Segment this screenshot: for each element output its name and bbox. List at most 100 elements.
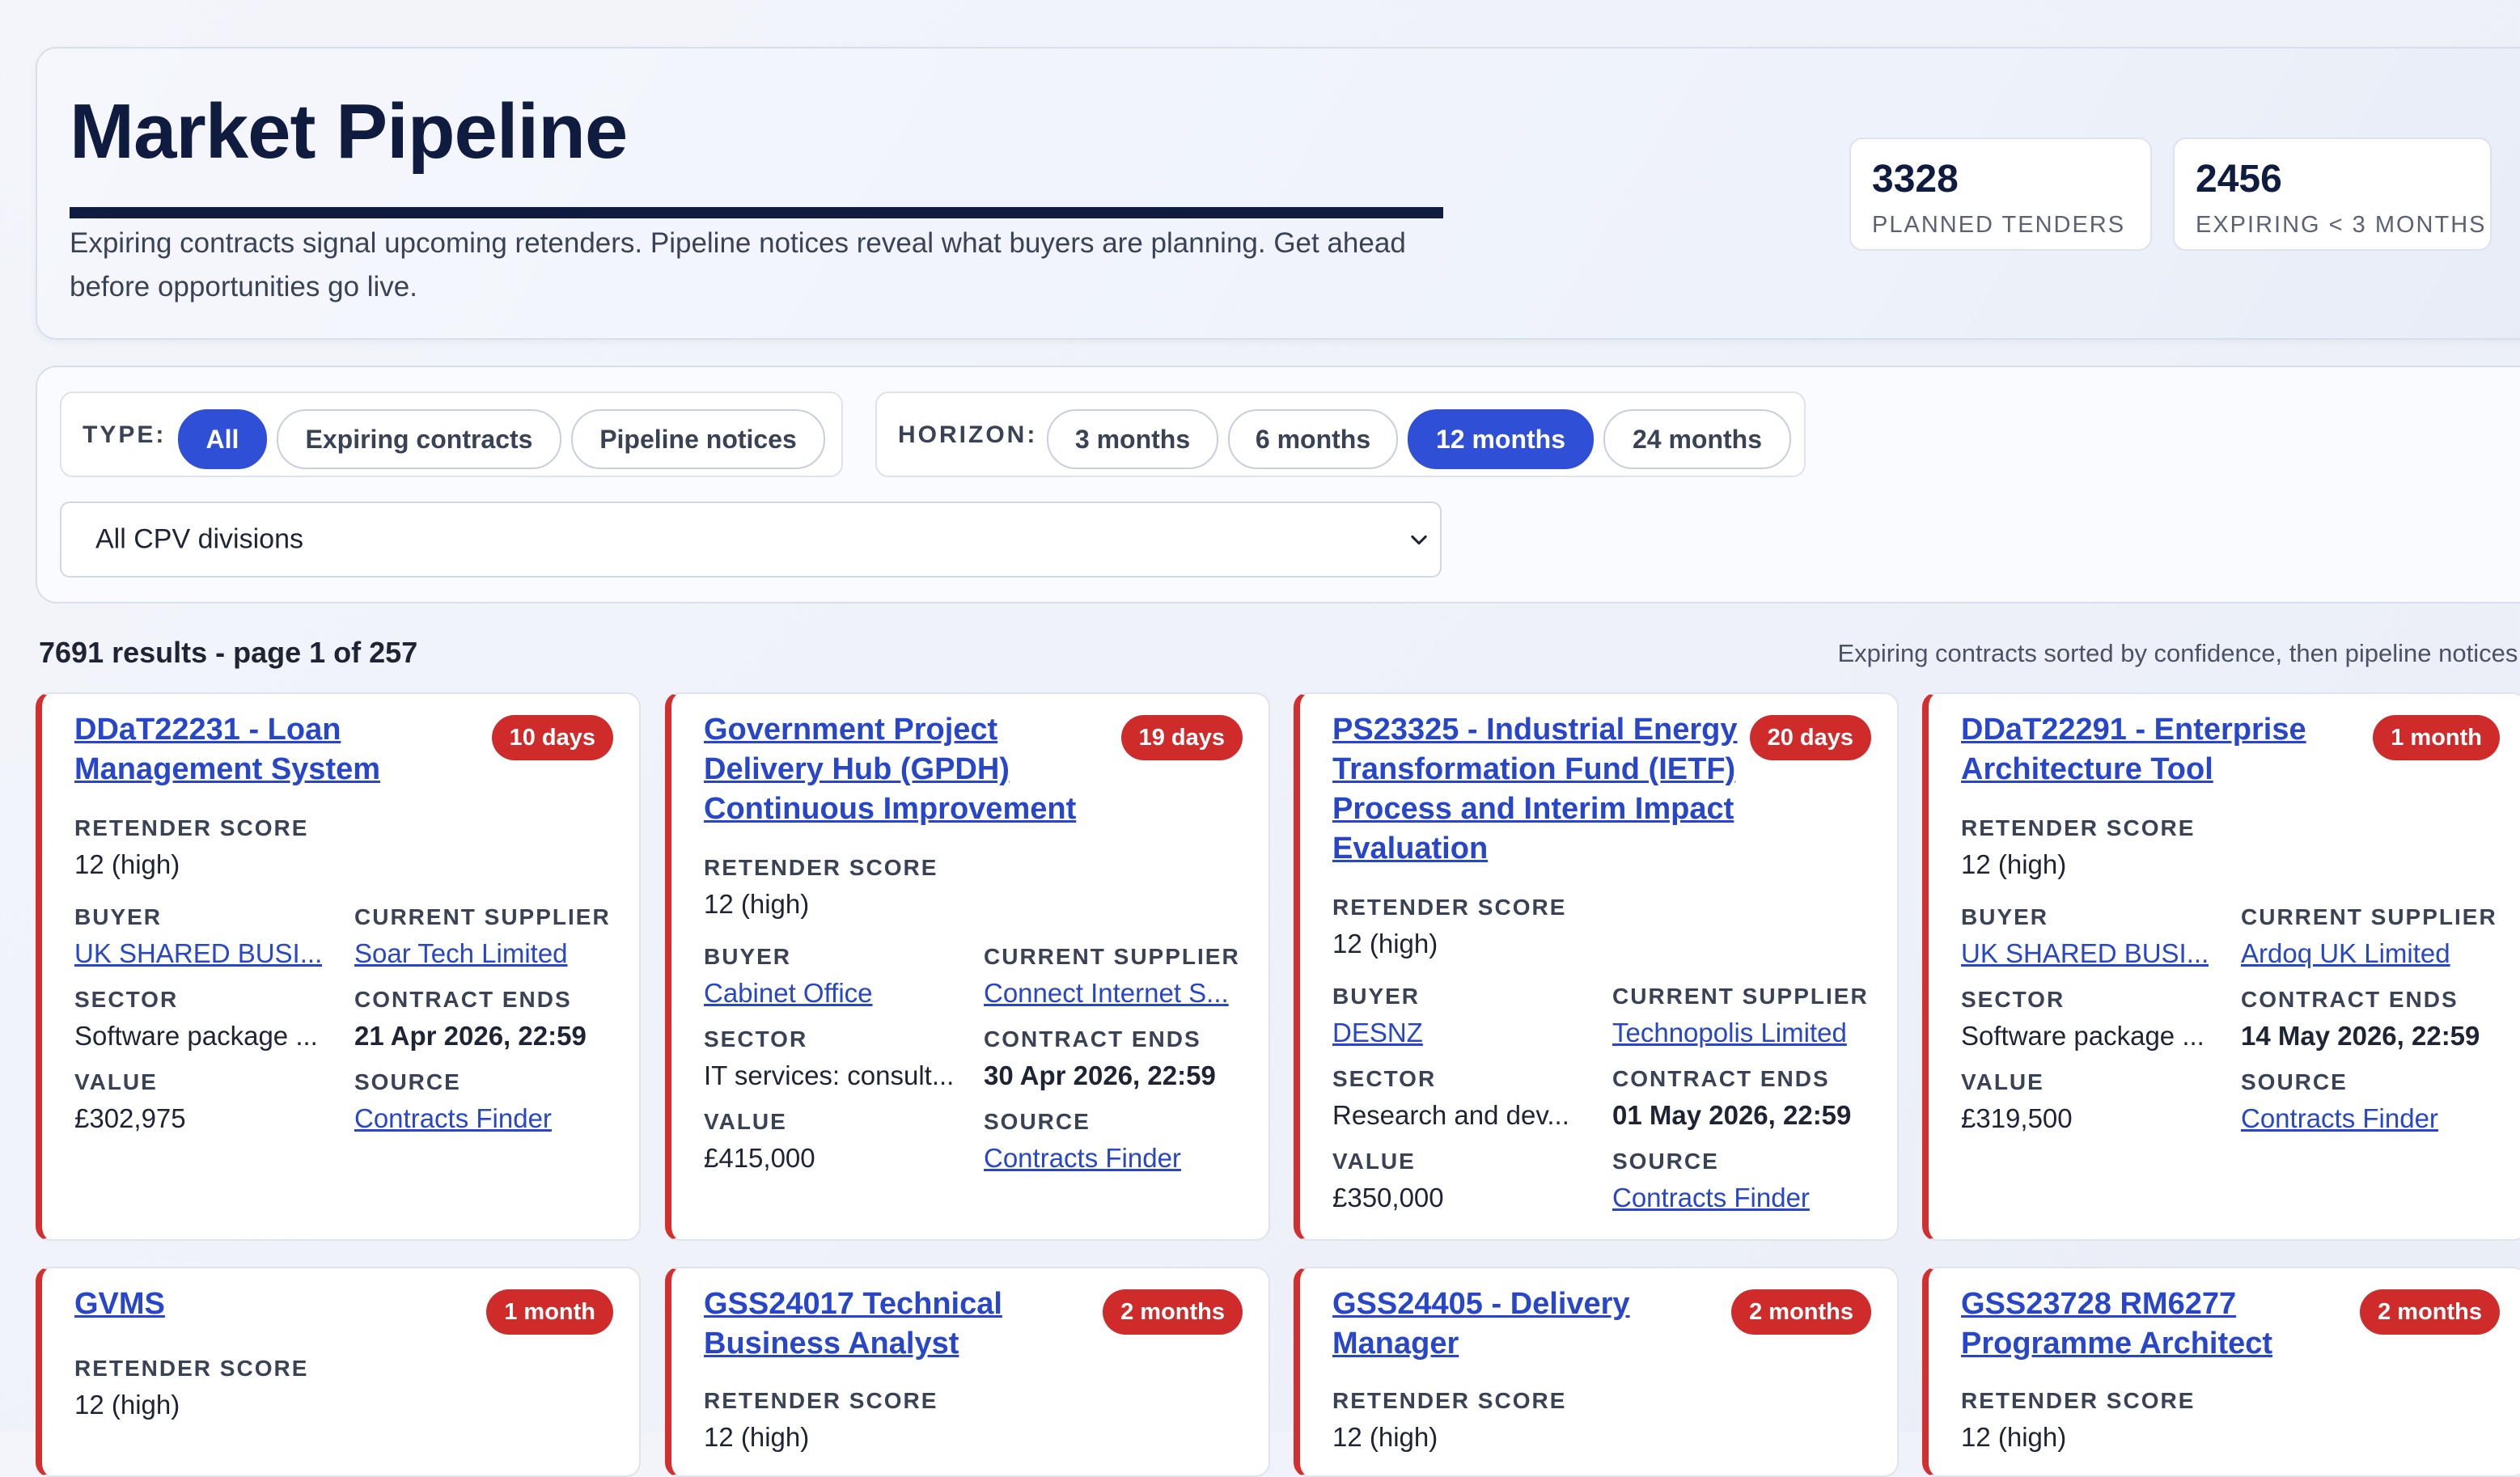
card-title-link[interactable]: PS23325 - Industrial Energy Transformati… <box>1332 710 1753 869</box>
retender-score-label: RETENDER SCORE <box>74 815 309 840</box>
horizon-option-12-months[interactable]: 12 months <box>1408 409 1594 469</box>
expiry-badge: 20 days <box>1749 715 1871 760</box>
contract-card[interactable]: PS23325 - Industrial Energy Transformati… <box>1294 692 1899 1241</box>
supplier-link[interactable]: Ardoq UK Limited <box>2241 938 2450 969</box>
expiry-badge: 1 month <box>2373 715 2500 760</box>
card-title-link[interactable]: DDaT22231 - Loan Management System <box>74 710 495 789</box>
sector-value: Software package ... <box>74 1021 318 1051</box>
retender-score-label: RETENDER SCORE <box>1332 895 1567 920</box>
supplier-link[interactable]: Soar Tech Limited <box>354 938 568 969</box>
results-summary: 7691 results - page 1 of 257 <box>39 636 418 669</box>
retender-score-value: 12 (high) <box>1332 929 1438 959</box>
source-link[interactable]: Contracts Finder <box>2241 1103 2438 1134</box>
card-title-link[interactable]: DDaT22291 - Enterprise Architecture Tool <box>1961 710 2382 789</box>
contract-card[interactable]: GVMS 1 month RETENDER SCORE 12 (high) <box>36 1267 641 1477</box>
type-option-all[interactable]: All <box>178 409 267 469</box>
card-title-link[interactable]: GSS24017 Technical Business Analyst <box>704 1284 1124 1364</box>
cpv-division-select[interactable]: All CPV divisions <box>60 502 1442 578</box>
contract-card[interactable]: Government Project Delivery Hub (GPDH) C… <box>665 692 1270 1241</box>
stat-planned-tenders: 3328 PLANNED TENDERS <box>1849 138 2152 251</box>
stat-label: PLANNED TENDERS <box>1872 212 2126 238</box>
card-title-link[interactable]: GSS23728 RM6277 Programme Architect <box>1961 1284 2382 1364</box>
buyer-link[interactable]: Cabinet Office <box>704 978 873 1009</box>
sector-label: SECTOR <box>1961 987 2065 1012</box>
page-subtitle: Expiring contracts signal upcoming reten… <box>70 227 1406 303</box>
buyer-link[interactable]: DESNZ <box>1332 1018 1423 1048</box>
cpv-select-value: All CPV divisions <box>95 523 303 555</box>
value-label: VALUE <box>74 1069 158 1094</box>
card-title-link[interactable]: GSS24405 - Delivery Manager <box>1332 1284 1753 1364</box>
sector-value: Software package ... <box>1961 1021 2204 1051</box>
sector-value: IT services: consult... <box>704 1060 955 1090</box>
contract-ends-value: 14 May 2026, 22:59 <box>2241 1021 2480 1051</box>
expiry-badge: 2 months <box>1103 1289 1243 1335</box>
current-supplier-label: CURRENT SUPPLIER <box>984 944 1240 969</box>
stat-expiring-soon: 2456 EXPIRING < 3 MONTHS <box>2173 138 2492 251</box>
horizon-option-3-months[interactable]: 3 months <box>1047 409 1218 469</box>
contract-card[interactable]: DDaT22291 - Enterprise Architecture Tool… <box>1922 692 2520 1241</box>
horizon-option-6-months[interactable]: 6 months <box>1228 409 1398 469</box>
value-amount: £302,975 <box>74 1103 186 1133</box>
contract-card[interactable]: GSS24017 Technical Business Analyst 2 mo… <box>665 1267 1270 1477</box>
expiry-badge: 10 days <box>491 715 613 760</box>
expiry-badge: 19 days <box>1120 715 1243 760</box>
contract-card[interactable]: GSS24405 - Delivery Manager 2 months RET… <box>1294 1267 1899 1477</box>
source-label: SOURCE <box>1612 1149 1719 1174</box>
contract-ends-label: CONTRACT ENDS <box>1612 1066 1830 1091</box>
source-label: SOURCE <box>354 1069 461 1094</box>
current-supplier-label: CURRENT SUPPLIER <box>2241 904 2497 929</box>
source-label: SOURCE <box>984 1109 1091 1134</box>
type-option-pipeline-notices[interactable]: Pipeline notices <box>571 409 825 469</box>
current-supplier-label: CURRENT SUPPLIER <box>1612 984 1869 1009</box>
contract-ends-label: CONTRACT ENDS <box>984 1026 1201 1052</box>
page-title: Market Pipeline <box>70 88 628 175</box>
horizon-filter-group: HORIZON: 3 months 6 months 12 months 24 … <box>875 391 1806 477</box>
expiry-badge: 2 months <box>2360 1289 2500 1335</box>
retender-score-label: RETENDER SCORE <box>704 855 938 880</box>
contract-card[interactable]: DDaT22231 - Loan Management System 10 da… <box>36 692 641 1241</box>
contract-card[interactable]: GSS23728 RM6277 Programme Architect 2 mo… <box>1922 1267 2520 1477</box>
retender-score-label: RETENDER SCORE <box>1332 1388 1567 1413</box>
source-link[interactable]: Contracts Finder <box>1612 1183 1810 1213</box>
type-filter-group: TYPE: All Expiring contracts Pipeline no… <box>60 391 843 477</box>
value-label: VALUE <box>704 1109 787 1134</box>
retender-score-value: 12 (high) <box>704 889 810 919</box>
type-option-expiring-contracts[interactable]: Expiring contracts <box>277 409 561 469</box>
contract-ends-label: CONTRACT ENDS <box>2241 987 2459 1012</box>
stat-value: 3328 <box>1872 158 1959 201</box>
retender-score-value: 12 (high) <box>74 849 180 879</box>
card-title-link[interactable]: GVMS <box>74 1284 495 1324</box>
contract-ends-value: 30 Apr 2026, 22:59 <box>984 1060 1216 1090</box>
buyer-label: BUYER <box>1961 904 2049 929</box>
sort-note: Expiring contracts sorted by confidence,… <box>1837 639 2520 667</box>
supplier-link[interactable]: Connect Internet S... <box>984 978 1229 1009</box>
source-link[interactable]: Contracts Finder <box>354 1103 552 1134</box>
horizon-option-24-months[interactable]: 24 months <box>1603 409 1791 469</box>
buyer-link[interactable]: UK SHARED BUSI... <box>74 938 322 969</box>
expiry-badge: 1 month <box>486 1289 613 1335</box>
stat-value: 2456 <box>2196 158 2282 201</box>
contract-ends-value: 21 Apr 2026, 22:59 <box>354 1021 587 1051</box>
value-amount: £319,500 <box>1961 1103 2073 1133</box>
retender-score-value: 12 (high) <box>704 1422 810 1452</box>
supplier-link[interactable]: Technopolis Limited <box>1612 1018 1847 1048</box>
source-label: SOURCE <box>2241 1069 2348 1094</box>
source-link[interactable]: Contracts Finder <box>984 1143 1181 1174</box>
type-filter-label: TYPE: <box>83 421 167 448</box>
retender-score-label: RETENDER SCORE <box>1961 815 2196 840</box>
value-amount: £415,000 <box>704 1143 815 1173</box>
buyer-label: BUYER <box>1332 984 1421 1009</box>
retender-score-value: 12 (high) <box>1961 1422 2067 1452</box>
retender-score-label: RETENDER SCORE <box>704 1388 938 1413</box>
sector-label: SECTOR <box>704 1026 808 1052</box>
buyer-link[interactable]: UK SHARED BUSI... <box>1961 938 2209 969</box>
retender-score-value: 12 (high) <box>1332 1422 1438 1452</box>
horizon-filter-label: HORIZON: <box>898 421 1038 448</box>
contract-ends-value: 01 May 2026, 22:59 <box>1612 1100 1852 1130</box>
current-supplier-label: CURRENT SUPPLIER <box>354 904 611 929</box>
stat-label: EXPIRING < 3 MONTHS <box>2196 212 2487 238</box>
buyer-label: BUYER <box>74 904 163 929</box>
sector-value: Research and dev... <box>1332 1100 1569 1130</box>
card-title-link[interactable]: Government Project Delivery Hub (GPDH) C… <box>704 710 1124 829</box>
buyer-label: BUYER <box>704 944 792 969</box>
